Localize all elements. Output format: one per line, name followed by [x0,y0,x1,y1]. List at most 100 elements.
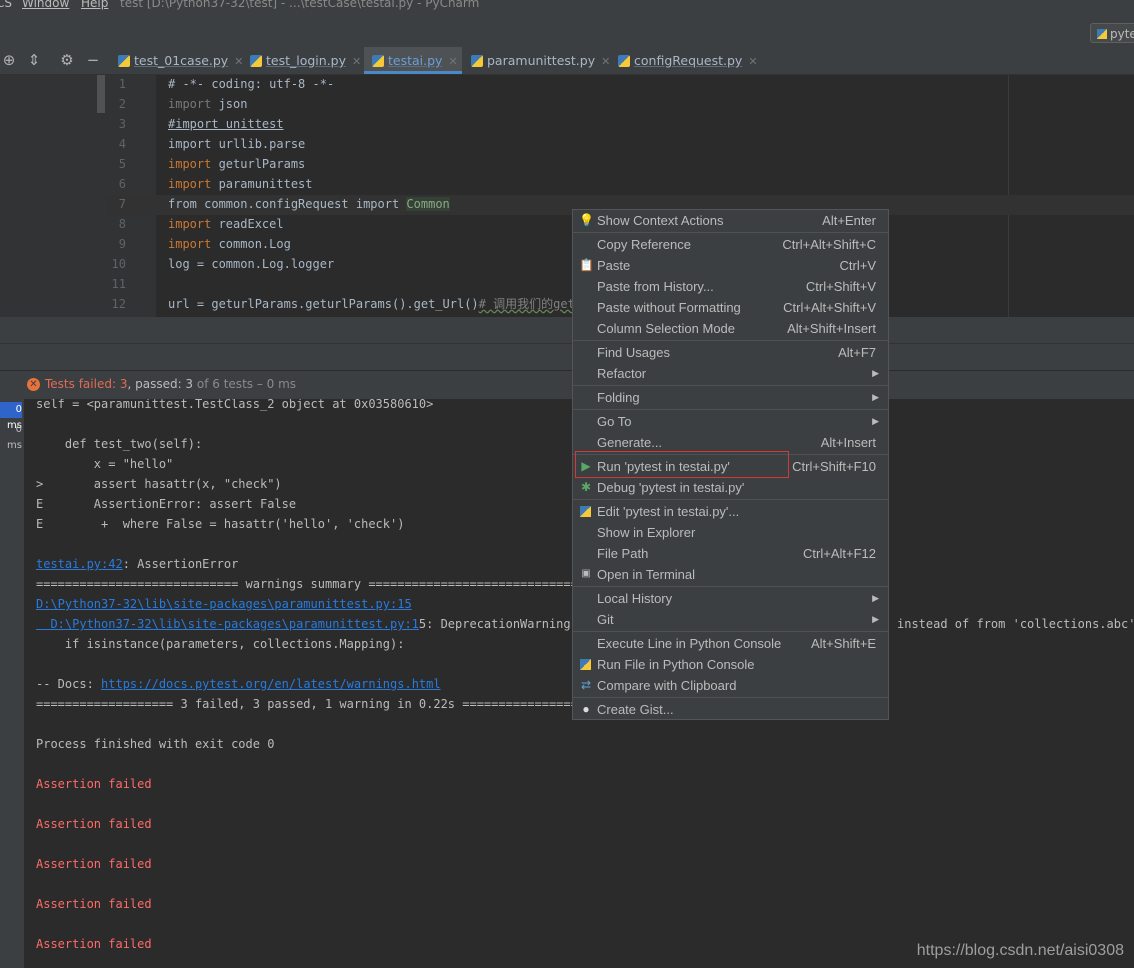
debug-icon: ✱ [580,480,592,494]
menu-file-path[interactable]: File Path Ctrl+Alt+F12 [573,543,888,564]
menu-separator [573,499,888,500]
python-file-icon [118,55,130,67]
tab-test-login[interactable]: test_login.py ✕ [250,47,361,74]
menu-execute-line-in-console[interactable]: Execute Line in Python Console Alt+Shift+… [573,633,888,654]
console-line: def test_two(self): [36,437,203,451]
editor-tab-bar: ⊕ ⇕ ⚙ − test_01case.py ✕ test_login.py ✕ t… [0,47,1134,75]
python-file-icon [250,55,262,67]
tab-paramunittest[interactable]: paramunittest.py ✕ [471,47,610,74]
run-tool-window-header [0,343,1134,370]
test-tree-strip: 0 ms 0 ms [0,399,24,968]
code-line: 6 import paramunittest [118,177,313,191]
test-status-bar: ✕ Tests failed: 3, passed: 3 of 6 tests … [0,371,1134,399]
menu-show-context-actions[interactable]: 💡 Show Context Actions Alt+Enter [573,210,888,231]
menu-show-in-explorer[interactable]: Show in Explorer [573,522,888,543]
compare-icon: ⇄ [580,678,592,692]
panel-splitter[interactable] [0,317,1134,343]
code-line: 1 # -*- coding: utf-8 -*- [118,77,335,91]
test-duration[interactable]: 0 ms [0,422,22,451]
test-duration[interactable]: 0 ms [0,402,22,431]
tab-test-01case[interactable]: test_01case.py ✕ [118,47,243,74]
menu-create-gist[interactable]: ● Create Gist... [573,699,888,720]
code-line: 2 import json [118,97,248,111]
watermark: https://blog.csdn.net/aisi0308 [916,942,1124,959]
assertion-message: Assertion failed [36,857,152,871]
menu-separator [573,409,888,410]
menu-paste-from-history[interactable]: Paste from History... Ctrl+Shift+V [573,276,888,297]
python-icon [1097,29,1107,39]
menu-paste[interactable]: 📋 Paste Ctrl+V [573,255,888,276]
window-title: test [D:\Python37-32\test] - ...\testCas… [120,0,480,10]
assertion-message: Assertion failed [36,817,152,831]
console-line: -- Docs: https://docs.pytest.org/en/late… [36,677,441,691]
menu-window[interactable]: Window [22,0,69,10]
python-file-icon [471,55,483,67]
console-line: > assert hasattr(x, "check") [36,477,282,491]
github-icon: ● [582,702,590,716]
console-line: D:\Python37-32\lib\site-packages\paramun… [36,617,593,631]
menu-help[interactable]: Help [81,0,108,10]
tab-configrequest[interactable]: configRequest.py ✕ [618,47,758,74]
menu-local-history[interactable]: Local History ▶ [573,588,888,609]
close-icon[interactable]: ✕ [748,55,757,68]
code-line: 5 import geturlParams [118,157,306,171]
menu-paste-without-formatting[interactable]: Paste without Formatting Ctrl+Alt+Shift+V [573,297,888,318]
menu-separator [573,232,888,233]
close-icon[interactable]: ✕ [601,55,610,68]
code-line: 4 import urllib.parse [118,137,306,151]
submenu-arrow-icon: ▶ [872,614,879,624]
tab-testai[interactable]: testai.py ✕ [364,47,462,74]
menu-folding[interactable]: Folding ▶ [573,387,888,408]
code-line: 3 #import unittest [118,117,284,131]
source-link[interactable]: D:\Python37-32\lib\site-packages\paramun… [36,597,412,611]
toolbar: pyte [0,20,1134,48]
menu-separator [573,385,888,386]
assertion-message: Assertion failed [36,777,152,791]
console-line: testai.py:42: AssertionError [36,557,239,571]
source-link[interactable]: D:\Python37-32\lib\site-packages\paramun… [36,617,418,631]
gear-icon[interactable]: ⚙ [58,51,76,69]
code-editor[interactable]: 1 # -*- coding: utf-8 -*- 2 import json 3 #… [0,75,1134,317]
console-line: self = <paramunittest.TestClass_2 object… [36,399,434,411]
console-line: E AssertionError: assert False [36,497,297,511]
scrollbar-thumb[interactable] [97,75,105,113]
menu-copy-reference[interactable]: Copy Reference Ctrl+Alt+Shift+C [573,234,888,255]
close-icon[interactable]: ✕ [448,55,457,68]
close-icon[interactable]: ✕ [234,55,243,68]
source-link[interactable]: testai.py:42 [36,557,123,571]
console-line: E + where False = hasattr('hello', 'chec… [36,517,405,531]
menu-column-selection-mode[interactable]: Column Selection Mode Alt+Shift+Insert [573,318,888,339]
menu-git[interactable]: Git ▶ [573,609,888,630]
test-status-text: Tests failed: 3, passed: 3 of 6 tests – … [45,377,297,391]
run-configuration-select[interactable]: pyte [1090,23,1134,43]
menu-go-to[interactable]: Go To ▶ [573,411,888,432]
python-file-icon [618,55,630,67]
python-icon [580,506,591,517]
menu-separator [573,340,888,341]
collapse-icon[interactable]: ⇕ [25,51,43,69]
submenu-arrow-icon: ▶ [872,416,879,426]
python-file-icon [372,55,384,67]
menu-separator [573,697,888,698]
menu-vcs[interactable]: CS [0,0,12,10]
run-config-label: pyte [1110,27,1134,41]
menu-debug-pytest[interactable]: ✱ Debug 'pytest in testai.py' [573,477,888,498]
python-icon [580,659,591,670]
console-line: ============================ warnings su… [36,577,600,591]
docs-link[interactable]: https://docs.pytest.org/en/latest/warnin… [101,677,441,691]
locate-icon[interactable]: ⊕ [0,51,18,69]
close-icon[interactable]: ✕ [352,55,361,68]
menu-generate[interactable]: Generate... Alt+Insert [573,432,888,453]
menu-refactor[interactable]: Refactor ▶ [573,363,888,384]
clipboard-icon: 📋 [579,258,594,272]
submenu-arrow-icon: ▶ [872,392,879,402]
menu-open-in-terminal[interactable]: ▣ Open in Terminal [573,564,888,585]
hide-icon[interactable]: − [84,51,102,69]
menu-find-usages[interactable]: Find Usages Alt+F7 [573,342,888,363]
menu-run-file-in-console[interactable]: Run File in Python Console [573,654,888,675]
menu-compare-with-clipboard[interactable]: ⇄ Compare with Clipboard [573,675,888,696]
menu-edit-pytest[interactable]: Edit 'pytest in testai.py'... [573,501,888,522]
assertion-message: Assertion failed [36,937,152,951]
menu-separator [573,631,888,632]
context-menu: 💡 Show Context Actions Alt+Enter Copy Refe… [572,209,889,720]
